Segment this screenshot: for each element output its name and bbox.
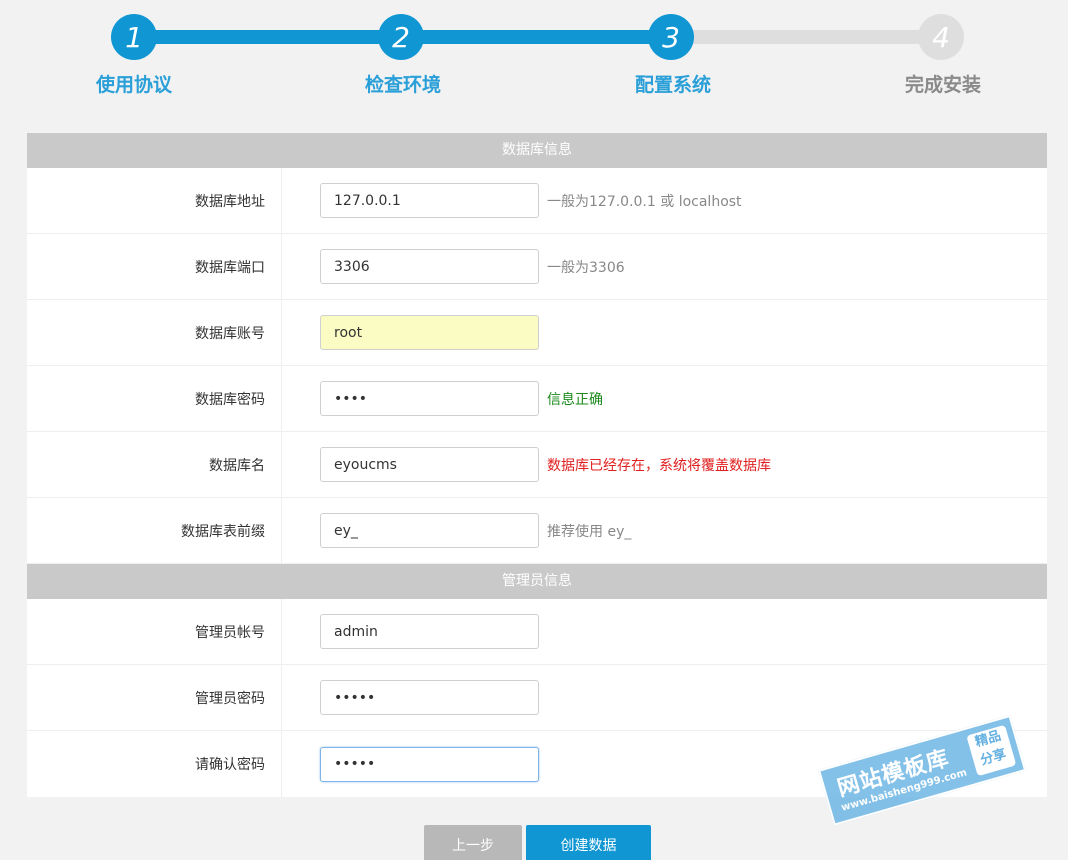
db-host-hint: 一般为127.0.0.1 或 localhost	[547, 193, 742, 210]
admin-section-title: 管理员信息	[27, 564, 1047, 599]
db-port-label: 数据库端口	[27, 234, 282, 299]
step-1-label: 使用协议	[95, 74, 172, 96]
step-connector-2	[402, 30, 672, 44]
form-row-db-user: 数据库账号	[27, 300, 1047, 366]
form-row-db-port: 数据库端口 一般为3306	[27, 234, 1047, 300]
admin-password-label: 管理员密码	[27, 665, 282, 730]
db-port-input[interactable]	[320, 249, 539, 284]
step-2-label: 检查环境	[364, 74, 441, 96]
step-2-circle: 2	[378, 14, 424, 60]
step-4-circle: 4	[918, 14, 964, 60]
db-password-input[interactable]	[320, 381, 539, 416]
db-host-input[interactable]	[320, 183, 539, 218]
db-host-label: 数据库地址	[27, 168, 282, 233]
db-name-warning: 数据库已经存在，系统将覆盖数据库	[547, 457, 771, 474]
admin-confirm-input[interactable]	[320, 746, 539, 782]
db-user-label: 数据库账号	[27, 300, 282, 365]
admin-password-input[interactable]	[320, 680, 539, 715]
form-row-db-prefix: 数据库表前缀 推荐使用 ey_	[27, 498, 1047, 564]
form-row-db-password: 数据库密码 信息正确	[27, 366, 1047, 432]
form-row-admin-password: 管理员密码	[27, 665, 1047, 731]
prev-step-button[interactable]: 上一步	[424, 825, 522, 860]
install-stepper: 1 2 3 4 使用协议 检查环境 配置系统 完成安装	[0, 0, 1068, 120]
form-row-admin-user: 管理员帐号	[27, 599, 1047, 665]
step-3-label: 配置系统	[634, 74, 711, 96]
config-form: 数据库信息 数据库地址 一般为127.0.0.1 或 localhost 数据库…	[27, 133, 1047, 797]
watermark-badge: 精品 分享	[966, 724, 1017, 777]
step-connector-1	[134, 30, 402, 44]
db-prefix-input[interactable]	[320, 513, 539, 548]
db-prefix-label: 数据库表前缀	[27, 498, 282, 563]
db-port-hint: 一般为3306	[547, 259, 625, 276]
step-3-circle: 3	[648, 14, 694, 60]
db-password-status: 信息正确	[547, 391, 603, 408]
step-4-label: 完成安装	[904, 74, 981, 96]
admin-confirm-label: 请确认密码	[27, 731, 282, 797]
db-user-input[interactable]	[320, 315, 539, 350]
step-connector-3	[672, 30, 942, 44]
admin-user-label: 管理员帐号	[27, 599, 282, 664]
db-name-label: 数据库名	[27, 432, 282, 497]
form-row-db-host: 数据库地址 一般为127.0.0.1 或 localhost	[27, 168, 1047, 234]
create-data-button[interactable]: 创建数据	[526, 825, 651, 860]
db-name-input[interactable]	[320, 447, 539, 482]
db-password-label: 数据库密码	[27, 366, 282, 431]
step-1-circle: 1	[111, 14, 157, 60]
db-section-title: 数据库信息	[27, 133, 1047, 168]
form-row-db-name: 数据库名 数据库已经存在，系统将覆盖数据库	[27, 432, 1047, 498]
admin-user-input[interactable]	[320, 614, 539, 649]
db-prefix-hint: 推荐使用 ey_	[547, 523, 632, 540]
